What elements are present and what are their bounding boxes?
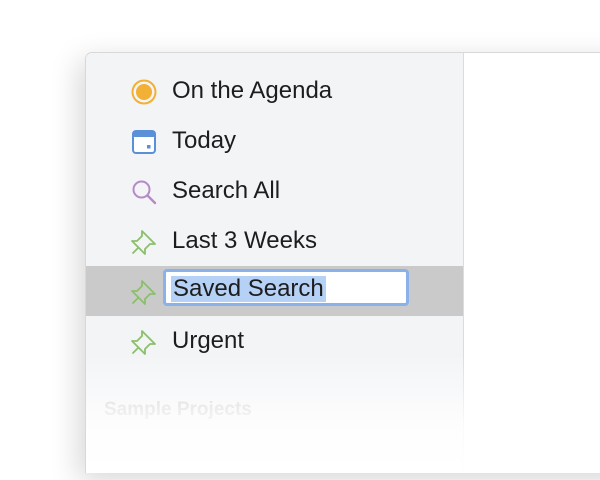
pin-icon bbox=[130, 328, 158, 356]
sidebar-item-label: Urgent bbox=[172, 327, 245, 354]
sidebar-item-today[interactable]: Today bbox=[86, 116, 463, 166]
sidebar: On the Agenda Today Search All Last 3 We… bbox=[86, 53, 464, 473]
app-window: On the Agenda Today Search All Last 3 We… bbox=[85, 52, 600, 473]
rename-field-selected-text[interactable]: Saved Search bbox=[171, 276, 326, 302]
calendar-icon bbox=[130, 128, 158, 156]
sidebar-item-urgent[interactable]: Urgent bbox=[86, 316, 463, 366]
sidebar-item-last-3-weeks[interactable]: Last 3 Weeks bbox=[86, 216, 463, 266]
search-icon bbox=[130, 178, 158, 206]
sidebar-item-search-all[interactable]: Search All bbox=[86, 166, 463, 216]
screenshot-stage: On the Agenda Today Search All Last 3 We… bbox=[0, 0, 600, 480]
rename-field[interactable]: Saved Search bbox=[163, 269, 409, 306]
sidebar-item-label: Search All bbox=[172, 177, 281, 204]
sidebar-item-label: On the Agenda bbox=[172, 77, 333, 104]
sidebar-item-label: Today bbox=[172, 127, 237, 154]
agenda-dot-icon bbox=[130, 78, 158, 106]
sidebar-item-label: Last 3 Weeks bbox=[172, 227, 317, 254]
pin-icon bbox=[130, 228, 158, 256]
sidebar-item-saved-search[interactable]: Saved Search bbox=[86, 266, 463, 316]
sidebar-item-on-the-agenda[interactable]: On the Agenda bbox=[86, 66, 463, 116]
pin-icon bbox=[130, 278, 158, 306]
main-content-area bbox=[464, 53, 600, 473]
section-header-sample-projects: Sample Projects bbox=[104, 399, 252, 420]
